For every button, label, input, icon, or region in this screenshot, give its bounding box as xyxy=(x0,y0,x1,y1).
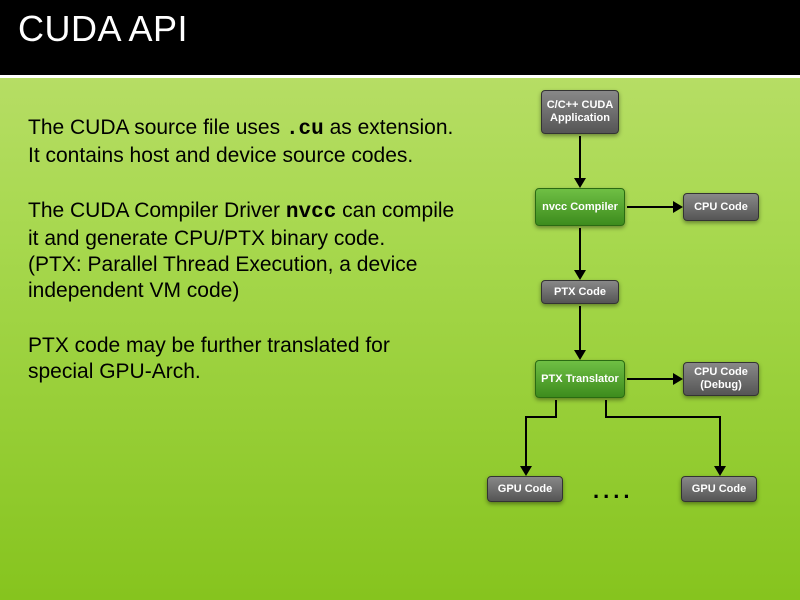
arrow-line xyxy=(579,136,581,178)
code-cu: .cu xyxy=(286,118,324,141)
ellipsis-icon: .... xyxy=(593,478,633,504)
box-cpu-code: CPU Code xyxy=(683,193,759,221)
slide-title: CUDA API xyxy=(18,8,782,50)
arrow-head xyxy=(574,270,586,280)
arrow-line xyxy=(525,416,527,466)
box-nvcc-compiler: nvcc Compiler xyxy=(535,188,625,226)
arrow-line xyxy=(627,378,673,380)
paragraph-2: The CUDA Compiler Driver nvcc can compil… xyxy=(28,198,458,305)
title-bar: CUDA API xyxy=(0,0,800,78)
arrow-line xyxy=(605,416,721,418)
arrow-head xyxy=(520,466,532,476)
arrow-line xyxy=(579,306,581,350)
box-gpu-code-2: GPU Code xyxy=(681,476,757,502)
para1-text-a: The CUDA source file uses xyxy=(28,116,286,139)
box-gpu-code-1: GPU Code xyxy=(487,476,563,502)
arrow-line xyxy=(719,416,721,466)
arrow-line xyxy=(605,400,607,416)
box-ptx-translator: PTX Translator xyxy=(535,360,625,398)
arrow-line xyxy=(627,206,673,208)
arrow-head xyxy=(574,350,586,360)
paragraph-3: PTX code may be further translated for s… xyxy=(28,333,458,386)
arrow-line xyxy=(555,400,557,416)
box-ptx-code: PTX Code xyxy=(541,280,619,304)
code-nvcc: nvcc xyxy=(286,201,336,224)
arrow-line xyxy=(579,228,581,270)
arrow-head xyxy=(574,178,586,188)
slide: CUDA API The CUDA source file uses .cu a… xyxy=(0,0,800,600)
arrow-head xyxy=(673,373,683,385)
body-text: The CUDA source file uses .cu as extensi… xyxy=(28,115,458,413)
box-application: C/C++ CUDA Application xyxy=(541,90,619,134)
arrow-head xyxy=(673,201,683,213)
box-cpu-code-debug: CPU Code (Debug) xyxy=(683,362,759,396)
arrow-head xyxy=(714,466,726,476)
arrow-line xyxy=(525,416,557,418)
diagram: C/C++ CUDA Application nvcc Compiler CPU… xyxy=(485,90,785,590)
paragraph-1: The CUDA source file uses .cu as extensi… xyxy=(28,115,458,170)
para2-text-a: The CUDA Compiler Driver xyxy=(28,199,286,222)
